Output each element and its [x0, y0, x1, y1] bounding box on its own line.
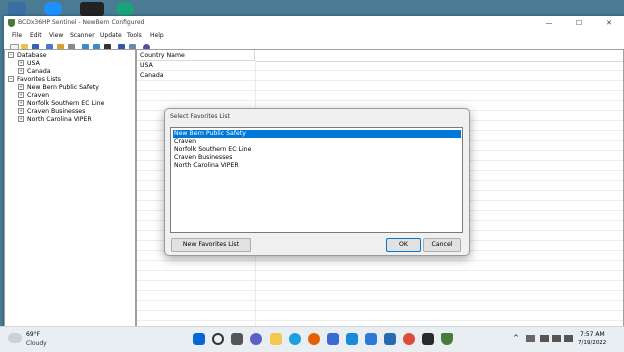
close-button[interactable]: ✕	[594, 16, 624, 30]
menu-update[interactable]: Update	[100, 32, 122, 39]
volume-icon[interactable]	[552, 335, 561, 342]
taskbar: 69°F Cloudy ^ 7:57 AM 7/19/2022	[0, 326, 624, 352]
menu-edit[interactable]: Edit	[30, 32, 42, 39]
wifi-icon[interactable]	[540, 335, 549, 342]
tree-node-favorite-list[interactable]: + North Carolina VIPER	[18, 116, 92, 123]
favorites-list-item[interactable]: Norfolk Southern EC Line	[173, 146, 251, 154]
terminal-icon[interactable]	[422, 333, 434, 345]
expand-icon[interactable]: +	[18, 92, 24, 98]
menu-file[interactable]: File	[12, 32, 22, 39]
tray-overflow-icon[interactable]: ^	[513, 334, 519, 342]
expand-icon[interactable]: +	[18, 60, 24, 66]
start-icon[interactable]	[193, 333, 205, 345]
expand-icon[interactable]: +	[18, 84, 24, 90]
chrome-icon[interactable]	[403, 333, 415, 345]
desktop-app-icon[interactable]	[44, 2, 62, 16]
expand-icon[interactable]: +	[18, 68, 24, 74]
edge-icon[interactable]	[289, 333, 301, 345]
favorites-list-item[interactable]: Craven	[173, 138, 196, 146]
tree-node-favorite-list[interactable]: + Norfolk Southern EC Line	[18, 100, 104, 107]
menu-view[interactable]: View	[49, 32, 63, 39]
tree-node-favorite-list[interactable]: + New Bern Public Safety	[18, 84, 99, 91]
expand-icon[interactable]: +	[18, 116, 24, 122]
title-bar: BCDx36HP Sentinel - NewBern Configured —…	[4, 16, 624, 30]
chat-icon[interactable]	[250, 333, 262, 345]
clock-time[interactable]: 7:57 AM	[580, 331, 605, 338]
maximize-button[interactable]: ☐	[564, 16, 594, 30]
menu-tools[interactable]: Tools	[127, 32, 142, 39]
tree-node-favorites[interactable]: − Favorites Lists	[8, 76, 61, 83]
favorites-list-item[interactable]: Craven Businesses	[173, 154, 232, 162]
menu-help[interactable]: Help	[150, 32, 164, 39]
tree-pane: − Database + USA + Canada − Favorites Lists …	[4, 49, 136, 328]
store-icon[interactable]	[327, 333, 339, 345]
collapse-icon[interactable]: −	[8, 52, 14, 58]
file-explorer-icon[interactable]	[270, 333, 282, 345]
clock-date[interactable]: 7/19/2022	[578, 340, 606, 346]
favorites-list-item[interactable]: New Bern Public Safety	[173, 130, 461, 138]
table-row[interactable]: Canada	[137, 71, 623, 81]
tree-node-canada[interactable]: + Canada	[18, 68, 51, 75]
table-row	[137, 311, 623, 321]
minimize-button[interactable]: —	[534, 16, 564, 30]
menu-scanner[interactable]: Scanner	[70, 32, 95, 39]
table-row	[137, 301, 623, 311]
weather-temperature[interactable]: 69°F	[26, 331, 40, 338]
cancel-button[interactable]: Cancel	[423, 238, 461, 252]
expand-icon[interactable]: +	[18, 108, 24, 114]
table-row	[137, 261, 623, 271]
task-view-icon[interactable]	[231, 333, 243, 345]
table-row[interactable]: USA	[137, 61, 623, 71]
table-row	[137, 91, 623, 101]
table-row	[137, 291, 623, 301]
tree-node-favorite-list[interactable]: + Craven Businesses	[18, 108, 85, 115]
favorites-listbox[interactable]: New Bern Public Safety Craven Norfolk So…	[170, 127, 463, 233]
table-row	[137, 271, 623, 281]
desktop-app-icon[interactable]	[8, 2, 26, 16]
favorites-list-item[interactable]: North Carolina VIPER	[173, 162, 239, 170]
cloud-icon[interactable]	[8, 333, 22, 343]
select-favorites-dialog: Select Favorites List New Bern Public Sa…	[164, 108, 470, 256]
battery-icon[interactable]	[564, 335, 573, 342]
desktop-app-icon[interactable]	[116, 2, 134, 16]
sentinel-app-icon	[8, 19, 15, 27]
tree-node-favorite-list[interactable]: + Craven	[18, 92, 49, 99]
weather-condition[interactable]: Cloudy	[26, 340, 47, 347]
firefox-icon[interactable]	[308, 333, 320, 345]
app-icon[interactable]	[384, 333, 396, 345]
search-icon[interactable]	[212, 333, 224, 345]
photos-icon[interactable]	[365, 333, 377, 345]
window-title: BCDx36HP Sentinel - NewBern Configured	[18, 19, 145, 26]
tree-node-database[interactable]: − Database	[8, 52, 47, 59]
ok-button[interactable]: OK	[386, 238, 421, 252]
expand-icon[interactable]: +	[18, 100, 24, 106]
table-row	[137, 81, 623, 91]
country-cell: USA	[140, 62, 153, 69]
table-row	[137, 281, 623, 291]
tree-node-usa[interactable]: + USA	[18, 60, 40, 67]
desktop-app-icon[interactable]	[80, 2, 104, 16]
sentinel-taskbar-icon[interactable]	[441, 333, 453, 345]
cursor-app-icon[interactable]	[346, 333, 358, 345]
menu-bar: File Edit View Scanner Update Tools Help	[4, 30, 624, 41]
dialog-title: Select Favorites List	[170, 113, 230, 120]
new-favorites-list-button[interactable]: New Favorites List	[171, 238, 251, 252]
country-cell: Canada	[140, 72, 164, 79]
collapse-icon[interactable]: −	[8, 76, 14, 82]
column-header-country-name[interactable]: Country Name	[137, 50, 255, 61]
cloud-sync-icon[interactable]	[526, 335, 535, 342]
